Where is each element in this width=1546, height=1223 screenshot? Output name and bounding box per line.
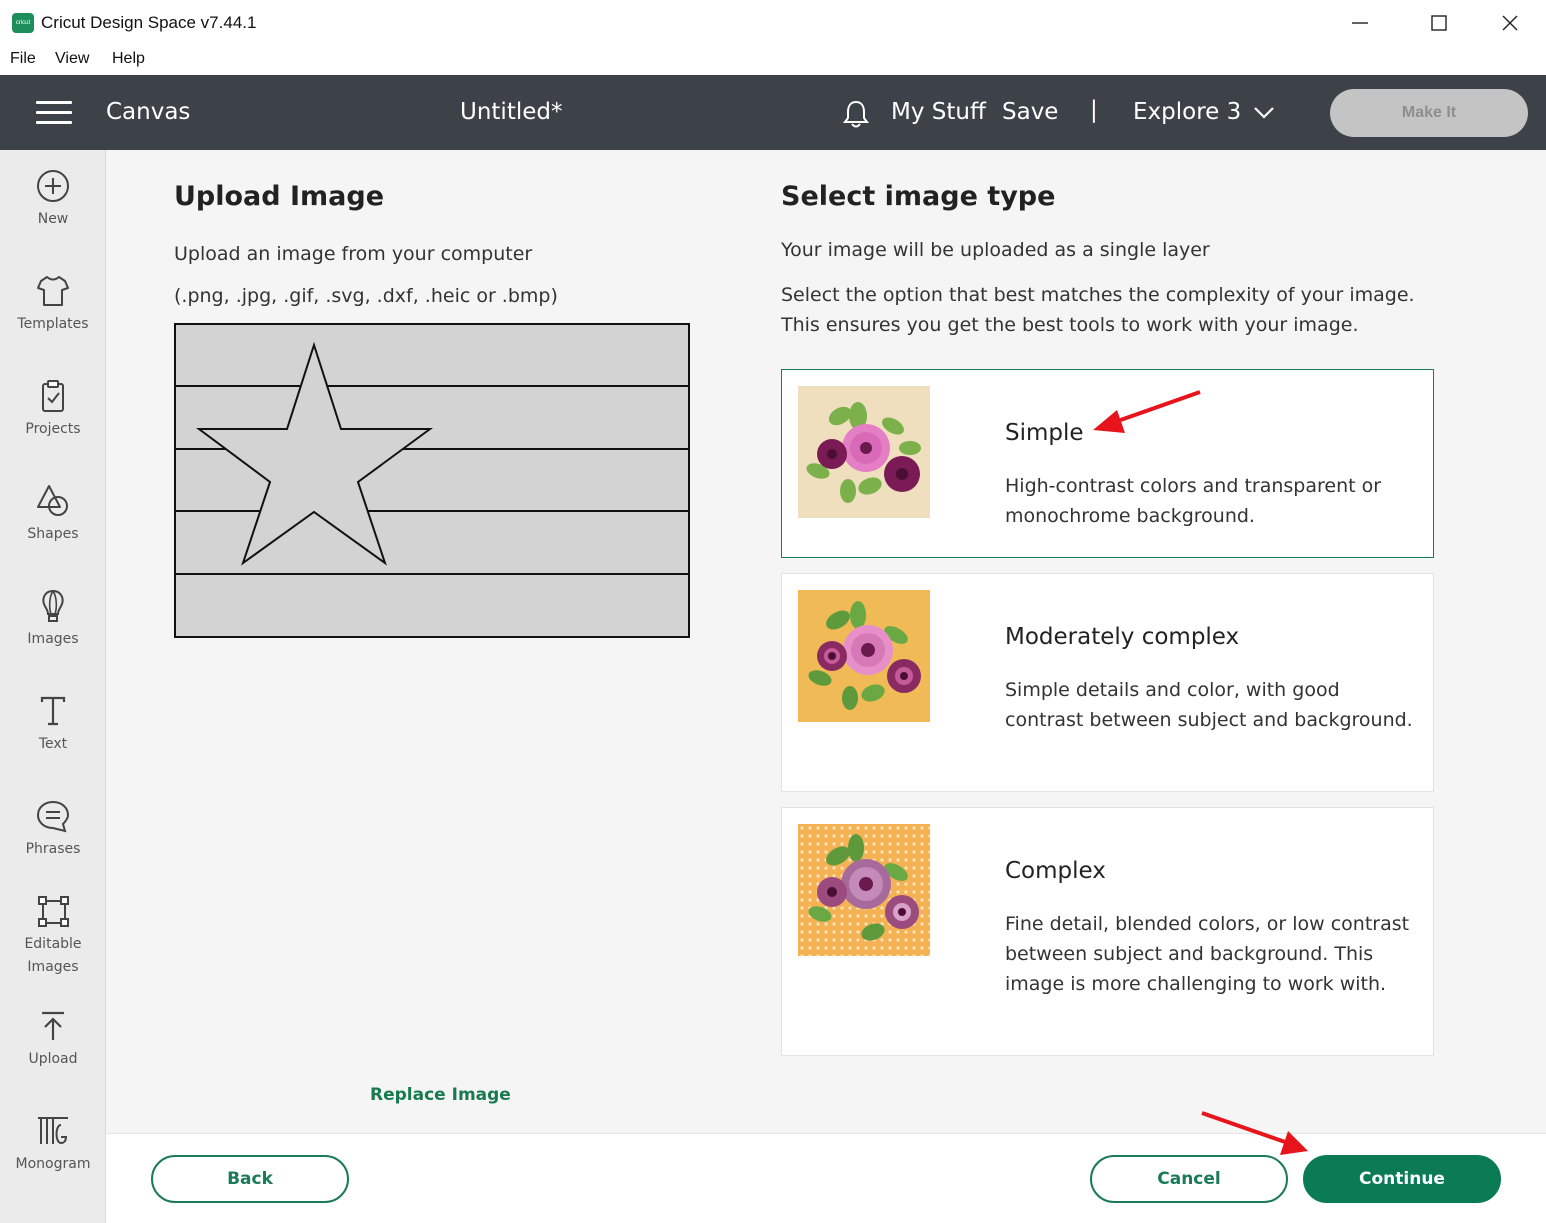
speech-bubble-icon xyxy=(36,800,70,833)
upload-image-heading: Upload Image xyxy=(174,181,385,212)
sidebar-item-label: Text xyxy=(38,736,68,752)
bell-icon[interactable] xyxy=(842,99,870,129)
hamburger-menu-icon[interactable] xyxy=(36,101,72,125)
moderate-flower-thumbnail xyxy=(798,590,930,722)
sidebar-item-label-line2: Images xyxy=(27,959,79,975)
menu-view[interactable]: View xyxy=(55,50,89,68)
select-instruction-line1: Select the option that best matches the … xyxy=(781,284,1415,306)
text-icon xyxy=(40,696,66,726)
image-type-complex-card[interactable]: Complex Fine detail, blended colors, or … xyxy=(781,807,1434,1056)
edit-nodes-icon xyxy=(38,896,69,927)
my-stuff-link[interactable]: My Stuff xyxy=(891,99,986,125)
window-title: Cricut Design Space v7.44.1 xyxy=(41,13,257,32)
cancel-button[interactable]: Cancel xyxy=(1090,1155,1288,1203)
image-type-moderately-complex-card[interactable]: Moderately complex Simple details and co… xyxy=(781,573,1434,792)
chevron-down-icon[interactable] xyxy=(1253,105,1275,121)
simple-flower-thumbnail xyxy=(798,386,930,518)
sidebar-item-label: Templates xyxy=(17,316,89,332)
sidebar-item-shapes[interactable]: Shapes xyxy=(0,483,106,546)
upload-subtitle: Upload an image from your computer xyxy=(174,243,533,265)
sidebar-item-projects[interactable]: Projects xyxy=(0,378,106,441)
cricut-logo-icon: cricut xyxy=(12,13,34,33)
upload-icon xyxy=(42,1011,64,1040)
upload-formats: (.png, .jpg, .gif, .svg, .dxf, .heic or … xyxy=(174,285,558,307)
replace-image-link[interactable]: Replace Image xyxy=(370,1085,511,1105)
menu-file[interactable]: File xyxy=(10,50,36,68)
close-icon xyxy=(1502,15,1518,31)
window-titlebar: cricut Cricut Design Space v7.44.1 xyxy=(0,0,1546,46)
option-description: Simple details and color, with good cont… xyxy=(1005,679,1413,731)
lightbulb-icon xyxy=(42,589,64,622)
sidebar-item-new[interactable]: New xyxy=(0,168,106,231)
sidebar-item-label: Images xyxy=(27,631,79,647)
tshirt-icon xyxy=(37,276,69,306)
sidebar-item-upload[interactable]: Upload xyxy=(0,1008,106,1071)
monogram-icon xyxy=(38,1117,68,1145)
sidebar-item-templates[interactable]: Templates xyxy=(0,273,106,336)
image-type-simple-card[interactable]: Simple High-contrast colors and transpar… xyxy=(781,369,1434,558)
sidebar-item-label-line1: Editable xyxy=(24,936,82,952)
app-header: Canvas Untitled* My Stuff Save | Explore… xyxy=(0,75,1546,150)
minimize-button[interactable] xyxy=(1340,8,1380,38)
canvas-label[interactable]: Canvas xyxy=(106,99,190,125)
sidebar-item-text[interactable]: Text xyxy=(0,693,106,756)
make-it-button[interactable]: Make It xyxy=(1330,89,1528,137)
sidebar-item-label: New xyxy=(37,211,69,227)
save-button[interactable]: Save xyxy=(1002,99,1058,125)
sidebar-item-label: Phrases xyxy=(25,841,81,857)
uploaded-image-preview xyxy=(174,323,690,638)
complex-flower-thumbnail xyxy=(798,824,930,956)
maximize-icon xyxy=(1431,15,1447,31)
sidebar-item-label: Upload xyxy=(28,1051,78,1067)
sidebar-item-images[interactable]: Images xyxy=(0,588,106,651)
sidebar-item-label: Projects xyxy=(25,421,81,437)
minimize-icon xyxy=(1352,22,1368,24)
sidebar-item-monogram[interactable]: Monogram xyxy=(0,1113,106,1176)
continue-button[interactable]: Continue xyxy=(1303,1155,1501,1203)
select-image-type-heading: Select image type xyxy=(781,181,1056,212)
option-description: Fine detail, blended colors, or low cont… xyxy=(1005,913,1410,995)
header-divider: | xyxy=(1090,97,1098,123)
sidebar-item-phrases[interactable]: Phrases xyxy=(0,798,106,861)
option-title: Simple xyxy=(1005,420,1084,446)
left-sidebar: New Templates Projects Shapes Images Tex… xyxy=(0,150,106,1223)
sidebar-item-label: Monogram xyxy=(15,1156,91,1172)
option-title: Moderately complex xyxy=(1005,624,1240,650)
document-title[interactable]: Untitled* xyxy=(460,99,562,125)
back-button[interactable]: Back xyxy=(151,1155,349,1203)
clipboard-icon xyxy=(42,380,64,412)
maximize-button[interactable] xyxy=(1419,8,1459,38)
select-instruction-line2: This ensures you get the best tools to w… xyxy=(781,314,1359,336)
single-layer-note: Your image will be uploaded as a single … xyxy=(781,239,1210,261)
sidebar-item-label: Shapes xyxy=(27,526,79,542)
shapes-icon xyxy=(37,485,68,516)
option-description: High-contrast colors and transparent or … xyxy=(1005,475,1382,527)
close-window-button[interactable] xyxy=(1490,8,1530,38)
menu-help[interactable]: Help xyxy=(112,50,145,68)
option-title: Complex xyxy=(1005,858,1106,884)
menu-bar: File View Help xyxy=(0,46,1546,75)
sidebar-item-editable-images[interactable]: Editable Images xyxy=(0,893,106,979)
machine-selector[interactable]: Explore 3 xyxy=(1133,99,1241,125)
plus-circle-icon xyxy=(37,170,69,202)
